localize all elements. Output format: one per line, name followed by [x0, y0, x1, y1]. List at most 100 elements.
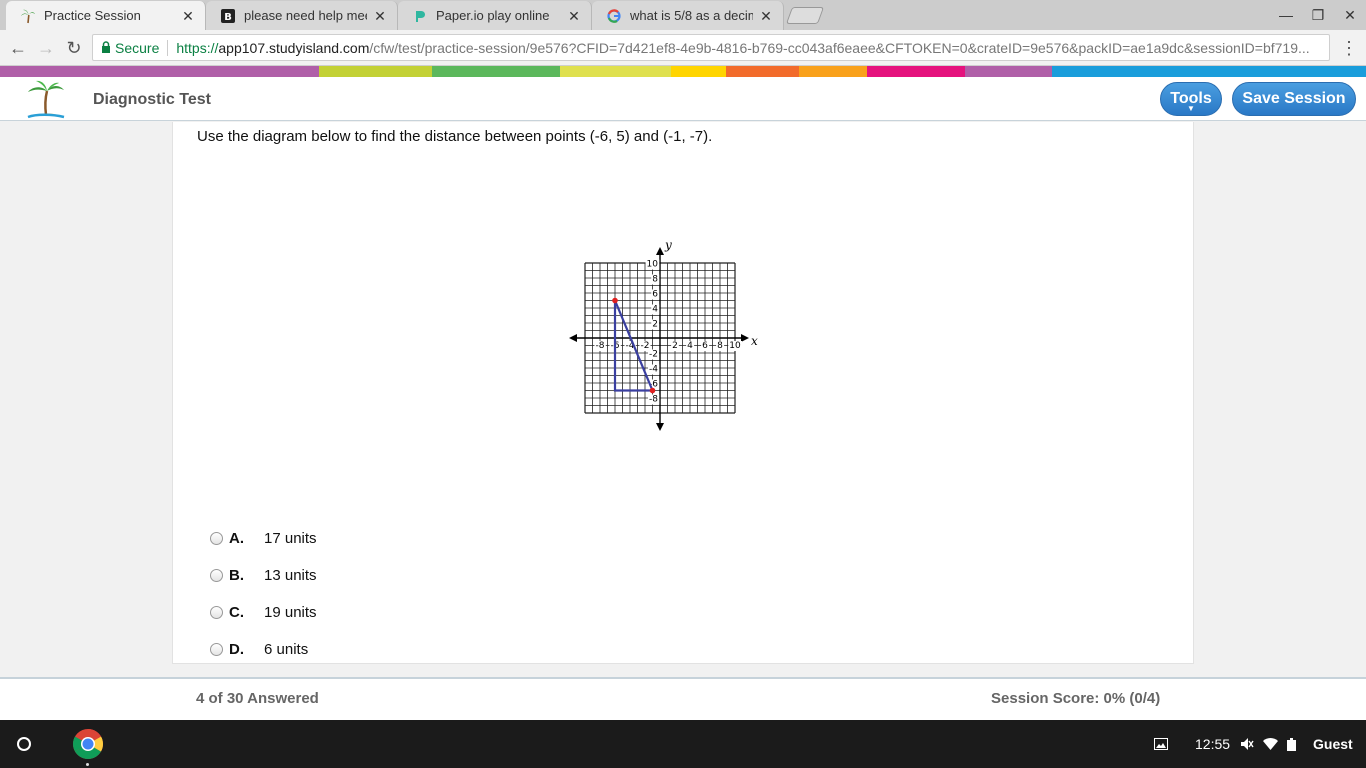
running-indicator: [86, 763, 89, 766]
x-axis-arrow-right: [741, 334, 749, 342]
choice-text: 13 units: [264, 566, 317, 584]
x-axis-label: x: [751, 334, 758, 348]
app-header: Diagnostic Test Tools ▼ Save Session: [0, 77, 1366, 121]
close-icon[interactable]: ✕: [567, 9, 581, 23]
question-prompt: Use the diagram below to find the distan…: [197, 128, 713, 145]
chrome-icon[interactable]: [72, 728, 104, 760]
window-close-icon[interactable]: ✕: [1335, 4, 1365, 26]
caret-down-icon: ▼: [1187, 104, 1195, 113]
x-tick-label: 2: [672, 341, 678, 351]
tab-google-search[interactable]: what is 5/8 as a decimal ✕: [592, 1, 784, 30]
radio-button[interactable]: [210, 642, 223, 656]
google-icon: [606, 8, 622, 24]
user-label[interactable]: Guest: [1313, 720, 1353, 768]
y-tick-label: -2: [649, 350, 658, 360]
y-tick-label: 6: [652, 290, 658, 300]
separator: [167, 39, 169, 56]
os-shelf: 12:55 Guest: [0, 720, 1366, 768]
stripe-segment: [432, 66, 560, 77]
answered-count: 4 of 30 Answered: [196, 690, 319, 707]
brainly-icon: B: [220, 8, 236, 24]
stripe-segment: [560, 66, 671, 77]
minimize-icon[interactable]: —: [1271, 4, 1301, 26]
wifi-icon[interactable]: [1263, 720, 1278, 768]
screenshot-icon[interactable]: [1154, 720, 1168, 768]
y-tick-label: 2: [652, 320, 658, 330]
x-axis-arrow-left: [569, 334, 577, 342]
y-tick-label: 4: [652, 305, 658, 315]
x-tick-label: 6: [702, 341, 708, 351]
screen: Practice Session ✕ B please need help me…: [0, 0, 1366, 768]
x-tick-label: 10: [729, 341, 741, 351]
restore-icon[interactable]: ❐: [1303, 4, 1333, 26]
clock[interactable]: 12:55: [1195, 720, 1230, 768]
stripe-segment: [0, 66, 319, 77]
y-axis-label: y: [664, 238, 672, 252]
tab-paper-io[interactable]: Paper.io play online ✕: [398, 1, 592, 30]
choice-a[interactable]: A. 17 units: [210, 527, 317, 549]
stripe-segment: [867, 66, 965, 77]
forward-arrow-icon[interactable]: →: [35, 37, 57, 59]
choice-letter: B.: [229, 566, 244, 584]
y-axis-arrow-down: [656, 423, 664, 431]
address-bar[interactable]: Secure https:// app107.studyisland.com /…: [92, 34, 1330, 61]
x-tick-label: 8: [717, 341, 723, 351]
session-footer: 4 of 30 Answered Session Score: 0% (0/4): [0, 677, 1366, 720]
choice-letter: A.: [229, 529, 244, 547]
palm-tree-icon: [20, 8, 36, 24]
plotted-point: [612, 297, 618, 304]
choice-b[interactable]: B. 13 units: [210, 564, 317, 586]
save-session-button[interactable]: Save Session: [1232, 82, 1356, 116]
radio-button[interactable]: [210, 568, 223, 582]
tab-title: please need help mee. - B: [244, 8, 367, 23]
paper-io-icon: [412, 8, 428, 24]
svg-text:B: B: [224, 12, 232, 23]
y-tick-label: 8: [652, 275, 658, 285]
session-score: Session Score: 0% (0/4): [991, 690, 1161, 707]
choice-text: 17 units: [264, 529, 317, 547]
secure-label: Secure: [115, 39, 160, 56]
url-host: app107.studyisland.com: [218, 39, 370, 56]
x-tick-label: 4: [687, 341, 693, 351]
tab-title: Paper.io play online: [436, 8, 550, 23]
study-island-logo-icon: [24, 79, 66, 119]
close-icon[interactable]: ✕: [181, 9, 195, 23]
choice-text: 19 units: [264, 603, 317, 621]
save-session-label: Save Session: [1242, 90, 1346, 107]
battery-icon[interactable]: [1287, 720, 1296, 768]
lock-icon: [101, 40, 111, 56]
browser-toolbar: ← → ↻ Secure https:// app107.studyisland…: [0, 30, 1366, 66]
stripe-segment: [671, 66, 726, 77]
url-path: /cfw/test/practice-session/9e576?CFID=7d…: [369, 39, 1310, 56]
radio-button[interactable]: [210, 531, 223, 545]
y-tick-label: 10: [647, 260, 659, 270]
page-title: Diagnostic Test: [93, 91, 211, 108]
y-axis-arrow-up: [656, 247, 664, 255]
close-icon[interactable]: ✕: [373, 9, 387, 23]
launcher-icon[interactable]: [17, 737, 31, 751]
radio-button[interactable]: [210, 605, 223, 619]
back-arrow-icon[interactable]: ←: [7, 37, 29, 59]
reload-icon[interactable]: ↻: [63, 37, 85, 59]
coordinate-graph: -8 -6 -4 -2 2 4 6 8 10108642-2-4-6-8xy: [569, 238, 758, 431]
choice-d[interactable]: D. 6 units: [210, 638, 308, 660]
browser-tab-strip: Practice Session ✕ B please need help me…: [0, 0, 1366, 30]
tools-button[interactable]: Tools ▼: [1160, 82, 1222, 116]
y-tick-label: -4: [649, 365, 658, 375]
x-tick-label: -8: [596, 341, 605, 351]
choice-letter: D.: [229, 640, 244, 658]
tab-practice-session[interactable]: Practice Session ✕: [6, 1, 206, 30]
choice-c[interactable]: C. 19 units: [210, 601, 317, 623]
new-tab-button[interactable]: [785, 7, 825, 24]
more-menu-icon[interactable]: ⋮: [1340, 38, 1358, 58]
close-icon[interactable]: ✕: [759, 9, 773, 23]
choice-text: 6 units: [264, 640, 309, 658]
mute-icon[interactable]: [1240, 720, 1254, 768]
tab-brainly[interactable]: B please need help mee. - B ✕: [206, 1, 398, 30]
tab-title: Practice Session: [44, 8, 141, 23]
choice-letter: C.: [229, 603, 244, 621]
tab-title: what is 5/8 as a decimal: [630, 8, 753, 23]
stripe-segment: [319, 66, 432, 77]
y-tick-label: -8: [649, 395, 658, 405]
stripe-segment: [1052, 66, 1366, 77]
